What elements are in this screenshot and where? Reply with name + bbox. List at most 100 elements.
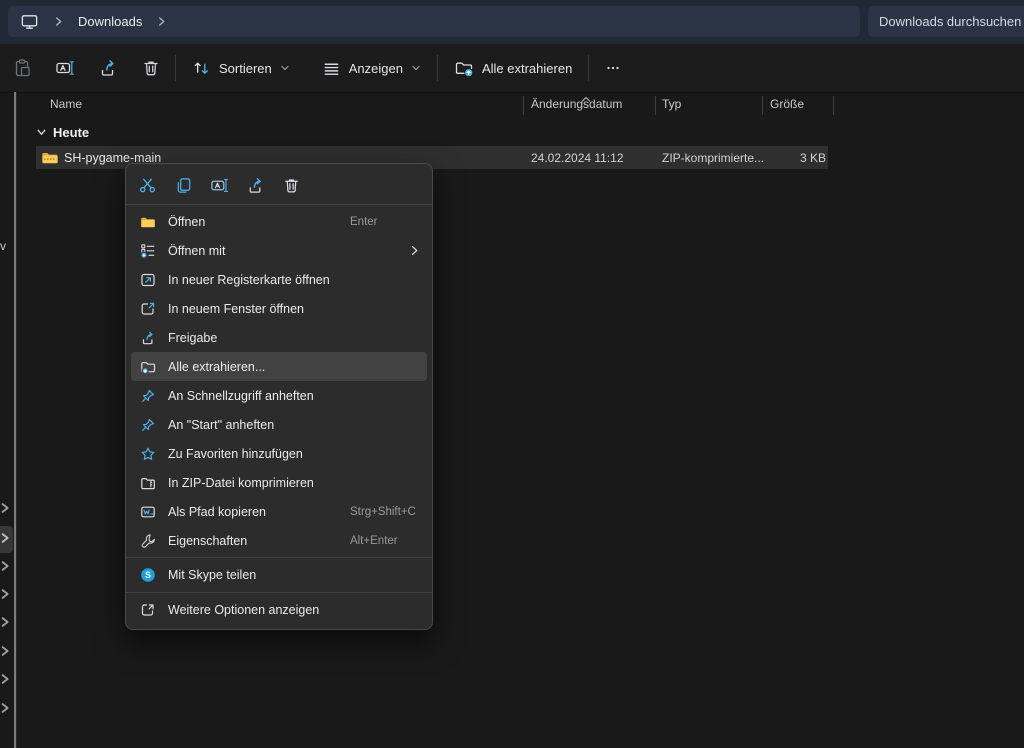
menu-divider: [126, 557, 432, 558]
context-menu-quick-actions: [126, 168, 432, 202]
menu-item-neue-registerkarte[interactable]: In neuer Registerkarte öffnen: [126, 265, 432, 294]
context-menu: Öffnen Enter Öffnen mit In neuer Registe…: [125, 163, 433, 630]
address-bar[interactable]: Downloads: [8, 6, 860, 37]
nav-tree-chevron-icon[interactable]: [0, 559, 13, 573]
menu-divider: [126, 592, 432, 593]
nav-tree-chevron-icon[interactable]: [0, 501, 13, 515]
breadcrumb-chevron-icon[interactable]: [156, 16, 167, 27]
sort-icon: [192, 59, 211, 78]
view-button-label: Anzeigen: [349, 61, 403, 76]
nav-tree-chevron-icon[interactable]: [0, 531, 13, 545]
chevron-down-icon: [280, 63, 290, 73]
rename-button[interactable]: [47, 51, 83, 85]
menu-item-weitere-optionen[interactable]: Weitere Optionen anzeigen: [126, 595, 432, 625]
breadcrumb-chevron-icon: [53, 16, 64, 27]
view-button[interactable]: Anzeigen: [312, 51, 431, 85]
extract-all-button[interactable]: Alle extrahieren: [444, 51, 582, 85]
column-header-date[interactable]: Änderungsdatum: [531, 97, 622, 111]
sort-button[interactable]: Sortieren: [182, 51, 300, 85]
trash-icon: [282, 176, 301, 195]
shortcut-label: Enter: [350, 216, 422, 228]
open-in-window-icon: [140, 301, 156, 317]
zip-compress-icon: [140, 475, 156, 491]
folder-icon: [140, 214, 156, 230]
command-toolbar: Sortieren Anzeigen Alle extrahieren: [0, 44, 1024, 93]
cut-button[interactable]: [132, 171, 162, 199]
more-options-button[interactable]: [595, 51, 631, 85]
breadcrumb-location[interactable]: Downloads: [78, 14, 142, 29]
rename-icon: [55, 58, 75, 78]
share-icon: [98, 58, 118, 78]
file-size: 3 KB: [736, 151, 826, 165]
copy-icon: [174, 176, 193, 195]
skype-icon: S: [140, 567, 156, 583]
extract-all-icon: [140, 359, 156, 375]
menu-item-favoriten-hinzufuegen[interactable]: Zu Favoriten hinzufügen: [126, 439, 432, 468]
nav-tree-chevron-icon[interactable]: [0, 672, 13, 686]
pin-icon: [140, 388, 156, 404]
rename-button[interactable]: [204, 171, 234, 199]
sort-button-label: Sortieren: [219, 61, 272, 76]
paste-button[interactable]: [4, 51, 40, 85]
menu-item-eigenschaften[interactable]: Eigenschaften Alt+Enter: [126, 526, 432, 555]
column-divider[interactable]: [833, 96, 834, 115]
column-divider[interactable]: [762, 96, 763, 115]
rename-icon: [210, 176, 229, 195]
file-date: 24.02.2024 11:12: [531, 151, 624, 165]
toolbar-divider: [437, 55, 438, 81]
share-icon: [246, 176, 265, 195]
nav-tree-chevron-icon[interactable]: [0, 701, 13, 715]
column-header-size[interactable]: Größe: [770, 97, 804, 111]
menu-item-schnellzugriff-anheften[interactable]: An Schnellzugriff anheften: [126, 381, 432, 410]
menu-item-start-anheften[interactable]: An "Start" anheften: [126, 410, 432, 439]
submenu-chevron-icon: [409, 245, 420, 256]
toolbar-divider: [588, 55, 589, 81]
pin-icon: [140, 417, 156, 433]
column-header-type[interactable]: Typ: [662, 97, 681, 111]
toolbar-divider: [175, 55, 176, 81]
nav-item-fragment: v: [0, 239, 6, 253]
delete-button[interactable]: [133, 51, 169, 85]
menu-item-oeffnen-mit[interactable]: Öffnen mit: [126, 236, 432, 265]
extract-all-button-label: Alle extrahieren: [482, 61, 572, 76]
cut-icon: [138, 176, 157, 195]
shortcut-label: Alt+Enter: [350, 535, 422, 547]
paste-icon: [12, 58, 32, 78]
file-explorer-window: Downloads Downloads durchsuchen Sor: [0, 0, 1024, 748]
nav-tree-chevron-icon[interactable]: [0, 644, 13, 658]
open-with-icon: [140, 243, 156, 259]
column-divider[interactable]: [655, 96, 656, 115]
share-button[interactable]: [240, 171, 270, 199]
this-pc-icon: [20, 12, 39, 31]
chevron-down-icon: [411, 63, 421, 73]
zip-folder-icon: [41, 149, 59, 167]
trash-icon: [141, 58, 161, 78]
nav-tree-chevron-icon[interactable]: [0, 615, 13, 629]
legacy-menu-icon: [140, 602, 156, 618]
menu-item-alle-extrahieren[interactable]: Alle extrahieren...: [131, 352, 427, 381]
menu-item-mit-skype-teilen[interactable]: S Mit Skype teilen: [126, 560, 432, 590]
chevron-down-icon: [36, 127, 47, 138]
share-button[interactable]: [90, 51, 126, 85]
nav-pane-splitter[interactable]: [14, 92, 17, 748]
column-header-name[interactable]: Name: [50, 97, 82, 111]
search-box[interactable]: Downloads durchsuchen: [868, 6, 1024, 37]
menu-item-zip-komprimieren[interactable]: In ZIP-Datei komprimieren: [126, 468, 432, 497]
menu-item-freigabe[interactable]: Freigabe: [126, 323, 432, 352]
extract-all-icon: [454, 58, 474, 78]
star-icon: [140, 446, 156, 462]
delete-button[interactable]: [276, 171, 306, 199]
menu-item-neues-fenster[interactable]: In neuem Fenster öffnen: [126, 294, 432, 323]
group-header-heute[interactable]: Heute: [36, 122, 89, 142]
menu-item-als-pfad-kopieren[interactable]: Als Pfad kopieren Strg+Shift+C: [126, 497, 432, 526]
title-bar: Downloads Downloads durchsuchen: [0, 0, 1024, 45]
column-divider[interactable]: [523, 96, 524, 115]
group-header-label: Heute: [53, 125, 89, 140]
menu-divider: [126, 204, 432, 205]
menu-item-oeffnen[interactable]: Öffnen Enter: [126, 207, 432, 236]
nav-tree-chevron-icon[interactable]: [0, 587, 13, 601]
view-icon: [322, 59, 341, 78]
shortcut-label: Strg+Shift+C: [350, 506, 422, 518]
share-icon: [140, 330, 156, 346]
copy-button[interactable]: [168, 171, 198, 199]
